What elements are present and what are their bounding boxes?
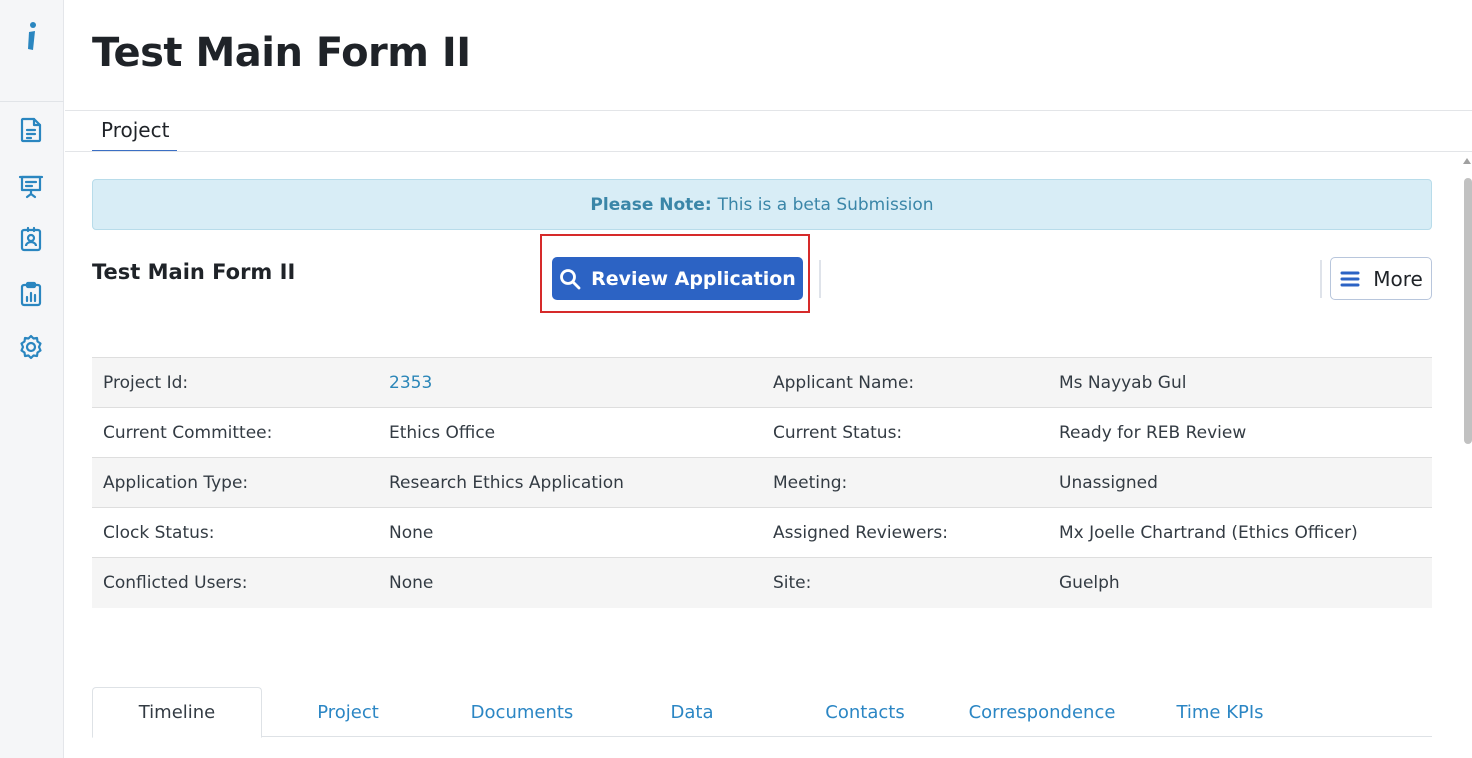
alert-text: This is a beta Submission bbox=[717, 194, 934, 215]
project-info-table: Project Id: 2353 Applicant Name: Ms Nayyab … bbox=[92, 357, 1432, 608]
tab-project[interactable]: Project bbox=[268, 687, 428, 737]
info-label-cell: Conflicted Users: bbox=[103, 572, 248, 593]
info-value-cell: Research Ethics Application bbox=[389, 472, 624, 493]
info-value-cell: Guelph bbox=[1059, 572, 1120, 593]
action-divider bbox=[819, 260, 821, 298]
page-title: Test Main Form II bbox=[92, 30, 471, 76]
tab-timeline[interactable]: Timeline bbox=[92, 687, 262, 738]
main-content: Test Main Form II Project Please Note: T… bbox=[65, 0, 1472, 758]
info-label-cell: Clock Status: bbox=[103, 522, 215, 543]
info-row: Project Id: 2353 Applicant Name: Ms Nayyab … bbox=[92, 357, 1432, 408]
info-row: Current Committee: Ethics Office Current S… bbox=[92, 407, 1432, 458]
app-logo[interactable] bbox=[22, 20, 42, 52]
sidebar-divider bbox=[0, 101, 64, 102]
info-value-cell: Unassigned bbox=[1059, 472, 1158, 493]
tab-contacts[interactable]: Contacts bbox=[785, 687, 945, 737]
tab-time-kpis[interactable]: Time KPIs bbox=[1145, 687, 1295, 737]
sidebar bbox=[0, 0, 64, 758]
info-value-cell: None bbox=[389, 572, 434, 593]
info-row: Conflicted Users: None Site: Guelph bbox=[92, 557, 1432, 608]
review-application-button[interactable]: Review Application bbox=[552, 257, 803, 300]
review-application-label: Review Application bbox=[591, 267, 796, 290]
info-row: Application Type: Research Ethics Applica… bbox=[92, 457, 1432, 508]
info-label-cell: Current Committee: bbox=[103, 422, 273, 443]
more-menu-button[interactable]: More bbox=[1330, 257, 1432, 300]
scroll-up-arrow[interactable] bbox=[1463, 158, 1471, 164]
info-label-cell: Project Id: bbox=[103, 372, 189, 393]
tab-project-top[interactable]: Project bbox=[92, 114, 178, 152]
clipboard-chart-icon[interactable] bbox=[17, 280, 45, 308]
tab-documents[interactable]: Documents bbox=[442, 687, 602, 737]
info-value-cell: Ethics Office bbox=[389, 422, 496, 443]
project-id-link[interactable]: 2353 bbox=[389, 373, 432, 393]
info-label-cell: Applicant Name: bbox=[773, 372, 915, 393]
info-label-cell: Current Status: bbox=[773, 422, 903, 443]
action-divider bbox=[1320, 260, 1322, 298]
info-value-cell: Mx Joelle Chartrand (Ethics Officer) bbox=[1059, 522, 1358, 543]
beta-notice-alert: Please Note: This is a beta Submission bbox=[92, 179, 1432, 230]
info-value-cell: None bbox=[389, 522, 434, 543]
info-label-cell: Application Type: bbox=[103, 472, 249, 493]
info-value-cell: Ready for REB Review bbox=[1059, 422, 1247, 443]
hamburger-menu-icon bbox=[1339, 270, 1361, 288]
more-label: More bbox=[1373, 266, 1423, 291]
info-label-cell: Meeting: bbox=[773, 472, 848, 493]
alert-label: Please Note: bbox=[590, 194, 712, 215]
presentation-icon[interactable] bbox=[17, 172, 45, 200]
scrollbar-thumb[interactable] bbox=[1464, 178, 1472, 444]
info-label-cell: Site: bbox=[773, 572, 812, 593]
tab-correspondence[interactable]: Correspondence bbox=[962, 687, 1122, 737]
info-value-cell: 2353 bbox=[378, 358, 762, 408]
document-icon[interactable] bbox=[17, 116, 45, 144]
settings-gear-icon[interactable] bbox=[17, 333, 45, 361]
form-title: Test Main Form II bbox=[92, 260, 296, 284]
header-divider bbox=[65, 110, 1472, 111]
contact-badge-icon[interactable] bbox=[17, 225, 45, 253]
info-value-cell: Ms Nayyab Gul bbox=[1059, 372, 1187, 393]
tab-data[interactable]: Data bbox=[622, 687, 762, 737]
tabs-divider bbox=[65, 151, 1472, 152]
search-icon bbox=[559, 268, 581, 290]
info-label-cell: Assigned Reviewers: bbox=[773, 522, 948, 543]
info-row: Clock Status: None Assigned Reviewers: Mx J… bbox=[92, 507, 1432, 558]
section-tabs: Timeline Project Documents Data Contacts Corr… bbox=[92, 687, 1432, 738]
